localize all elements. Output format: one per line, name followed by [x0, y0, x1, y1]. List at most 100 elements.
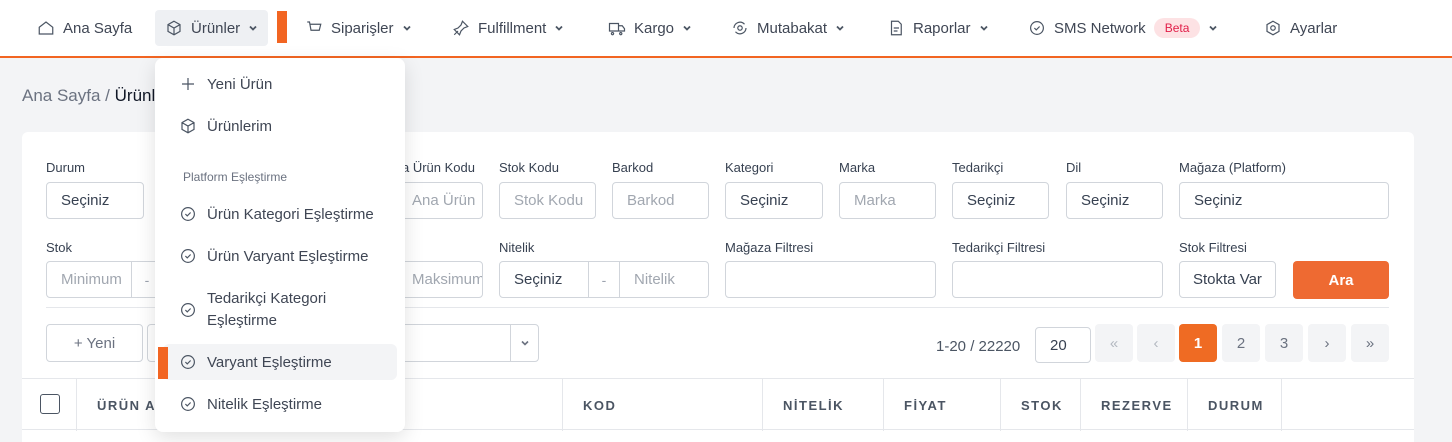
chevron-down-icon [683, 25, 691, 31]
check-circle-icon [181, 397, 195, 411]
magaza-filtresi-input[interactable] [725, 261, 936, 298]
nav-label: Mutabakat [757, 19, 828, 37]
stok-max-input[interactable]: Maksimum [397, 261, 483, 298]
menu-item-varyant-eslestirme[interactable]: Varyant Eşleştirme [163, 344, 397, 380]
nav-label: Fulfillment [478, 19, 547, 37]
nav-item-siparisler[interactable]: Siparişler [295, 10, 422, 46]
report-icon [890, 20, 902, 36]
nitelik-select[interactable]: Seçiniz [499, 261, 589, 298]
filter-label-magaza-platform: Mağaza (Platform) [1179, 160, 1286, 175]
nitelik-dash: - [589, 261, 619, 298]
filter-label-marka: Marka [839, 160, 876, 175]
chevron-down-icon [249, 25, 257, 31]
chevron-down-icon [1209, 25, 1218, 31]
prev-page-button[interactable]: ‹ [1137, 324, 1175, 362]
dil-select[interactable]: Seçiniz [1066, 182, 1163, 219]
nav-label: Ana Sayfa [63, 19, 133, 37]
box-icon [181, 118, 195, 134]
column-actions [1281, 379, 1414, 431]
nav-item-urunler[interactable]: Ürünler [155, 10, 269, 46]
menu-item-label: Tedarikçi Kategori Eşleştirme [207, 290, 327, 329]
top-navigation: Ana Sayfa Ürünler Siparişler Fulfillment… [0, 0, 1452, 58]
menu-item-urunlerim[interactable]: Ürünlerim [163, 112, 397, 140]
menu-item-label: Nitelik Eşleştirme [207, 395, 323, 413]
filter-label-nitelik: Nitelik [499, 240, 535, 255]
filter-label-barkod: Barkod [612, 160, 654, 175]
column-rezerve[interactable]: REZERVE [1080, 379, 1187, 431]
durum-select[interactable]: Seçiniz [46, 182, 144, 219]
nav-item-ana-sayfa[interactable]: Ana Sayfa [27, 10, 142, 46]
filter-label-tedarikci-filtresi: Tedarikçi Filtresi [952, 240, 1046, 255]
filter-label-stok-filtresi: Stok Filtresi [1179, 240, 1247, 255]
column-durum[interactable]: DURUM [1187, 379, 1281, 431]
filter-label-ana-urun-kodu: a Ürün Kodu [402, 160, 475, 175]
nav-item-sms-network[interactable]: SMS Network Beta [1018, 10, 1228, 46]
page-size-select[interactable]: 20 [1035, 327, 1091, 363]
pagination-range: 1-20 / 22220 [936, 338, 1021, 355]
hover-indicator [158, 347, 168, 379]
menu-item-yeni-urun[interactable]: Yeni Ürün [163, 70, 397, 98]
column-fiyat[interactable]: FİYAT [883, 379, 1000, 431]
menu-item-urun-kategori-eslestirme[interactable]: Ürün Kategori Eşleştirme [163, 200, 397, 228]
menu-item-label: Ürün Kategori Eşleştirme [207, 205, 374, 223]
marka-input[interactable]: Marka [839, 182, 936, 219]
nav-label: Siparişler [331, 19, 394, 37]
page-button-3[interactable]: 3 [1265, 324, 1303, 362]
next-page-button[interactable]: › [1308, 324, 1346, 362]
nav-item-raporlar[interactable]: Raporlar [877, 10, 999, 46]
stok-min-input[interactable]: Minimum [46, 261, 132, 298]
menu-item-nitelik-eslestirme[interactable]: Nitelik Eşleştirme [163, 390, 397, 418]
nav-item-fulfillment[interactable]: Fulfillment [442, 10, 574, 46]
page-button-2[interactable]: 2 [1222, 324, 1260, 362]
breadcrumb: Ana Sayfa / Ürünler [22, 86, 170, 106]
check-circle-icon [181, 355, 195, 369]
menu-item-tedarikci-kategori-eslestirme[interactable]: Tedarikçi Kategori Eşleştirme [163, 286, 397, 334]
column-nitelik[interactable]: NİTELİK [762, 379, 883, 431]
truck-icon [608, 22, 626, 36]
new-product-button[interactable]: + Yeni [46, 324, 143, 362]
select-all-checkbox[interactable] [40, 394, 60, 414]
check-circle-icon [181, 249, 195, 263]
settle-icon [733, 21, 747, 35]
nav-label: Ayarlar [1290, 19, 1338, 37]
nitelik-value-input[interactable]: Nitelik [619, 261, 709, 298]
bulk-actions-toggle[interactable] [510, 325, 538, 361]
filter-label-tedarikci: Tedarikçi [952, 160, 1004, 175]
tedarikci-select[interactable]: Seçiniz [952, 182, 1049, 219]
filter-label-durum: Durum [46, 160, 86, 175]
nav-item-ayarlar[interactable]: Ayarlar [1254, 10, 1347, 46]
column-kod[interactable]: KOD [562, 379, 762, 431]
nav-item-kargo[interactable]: Kargo [598, 10, 702, 46]
column-stok[interactable]: STOK [1000, 379, 1080, 431]
plus-icon [182, 78, 194, 90]
stok-kodu-input[interactable]: Stok Kodu [499, 182, 596, 219]
menu-section-title: Platform Eşleştirme [183, 170, 288, 184]
first-page-button[interactable]: « [1095, 324, 1133, 362]
menu-item-label: Varyant Eşleştirme [207, 353, 332, 371]
stok-filtresi-select[interactable]: Stokta Var [1179, 261, 1276, 298]
barkod-input[interactable]: Barkod [612, 182, 709, 219]
kategori-select[interactable]: Seçiniz [725, 182, 823, 219]
breadcrumb-home[interactable]: Ana Sayfa / [22, 86, 110, 105]
menu-item-urun-varyant-eslestirme[interactable]: Ürün Varyant Eşleştirme [163, 242, 397, 270]
nav-label: Ürünler [191, 19, 241, 37]
filter-label-kategori: Kategori [725, 160, 774, 175]
cart-icon [307, 21, 322, 34]
magaza-platform-select[interactable]: Seçiniz [1179, 182, 1389, 219]
last-page-button[interactable]: » [1351, 324, 1389, 362]
ana-urun-kodu-input[interactable]: Ana Ürün [397, 182, 483, 219]
page-button-1[interactable]: 1 [1179, 324, 1217, 362]
filter-label-dil: Dil [1066, 160, 1082, 175]
filter-label-magaza-filtresi: Mağaza Filtresi [725, 240, 814, 255]
urunler-dropdown-menu: Yeni Ürün Ürünlerim Platform Eşleştirme … [155, 58, 405, 432]
tedarikci-filtresi-input[interactable] [952, 261, 1163, 298]
check-circle-icon [181, 207, 195, 221]
active-indicator [277, 11, 287, 43]
check-circle-icon [181, 303, 195, 317]
nav-label: Kargo [634, 19, 675, 37]
home-icon [38, 21, 54, 35]
filter-label-stok: Stok [46, 240, 73, 255]
nav-item-mutabakat[interactable]: Mutabakat [721, 10, 855, 46]
chevron-down-icon [402, 25, 411, 31]
search-button[interactable]: Ara [1293, 261, 1389, 299]
